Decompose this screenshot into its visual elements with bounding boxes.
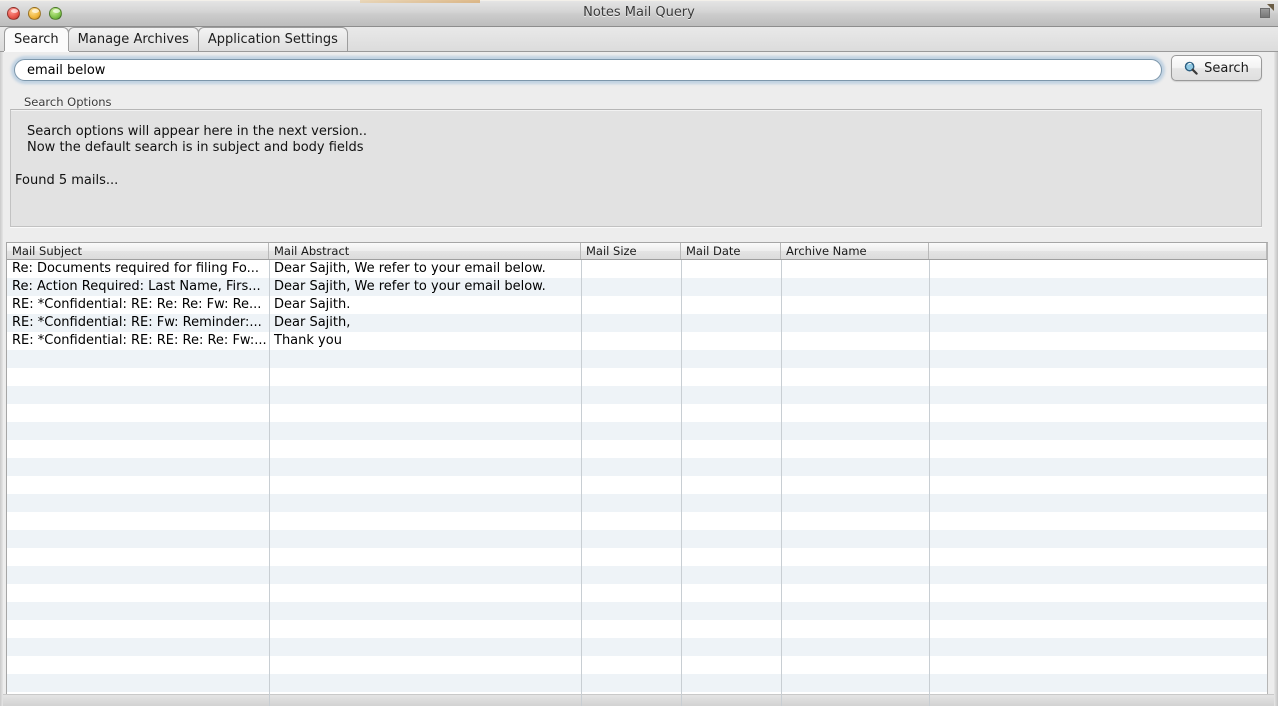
search-input[interactable]: [14, 59, 1162, 81]
search-row: Search: [0, 52, 1278, 86]
search-options-label: Search Options: [24, 95, 112, 109]
table-row[interactable]: RE: *Confidential: RE: RE: Re: Re: Fw:..…: [7, 332, 1267, 350]
column-header-archive[interactable]: Archive Name: [781, 243, 929, 259]
search-button[interactable]: Search: [1171, 55, 1262, 81]
tab-manage-archives[interactable]: Manage Archives: [67, 27, 199, 51]
table-row[interactable]: [7, 422, 1267, 440]
column-header-size[interactable]: Mail Size: [581, 243, 681, 259]
table-row[interactable]: [7, 602, 1267, 620]
table-row[interactable]: [7, 476, 1267, 494]
table-row[interactable]: [7, 566, 1267, 584]
table-row[interactable]: [7, 386, 1267, 404]
corner-square-icon: [1260, 8, 1270, 18]
tab-search[interactable]: Search: [4, 27, 69, 51]
table-row[interactable]: [7, 404, 1267, 422]
tab-strip: Search Manage Archives Application Setti…: [0, 27, 1278, 52]
app-window: Notes Mail Query Search Manage Archives …: [0, 0, 1278, 706]
results-table-body: Re: Documents required for filing Fo... D…: [7, 260, 1267, 706]
table-row[interactable]: [7, 494, 1267, 512]
titlebar-accent-stripe: [360, 0, 480, 3]
window-edge-left: [0, 52, 3, 706]
cell-subject: RE: *Confidential: RE: RE: Re: Re: Fw:..…: [12, 333, 267, 348]
search-options-group: Search Options Search options will appea…: [10, 95, 1262, 227]
table-row[interactable]: [7, 512, 1267, 530]
column-header-extra[interactable]: [929, 243, 1267, 259]
tab-search-label: Search: [14, 32, 59, 47]
table-row[interactable]: [7, 458, 1267, 476]
results-table: Mail Subject Mail Abstract Mail Size Mail D…: [6, 242, 1268, 706]
cell-abstract: Dear Sajith, We refer to your email belo…: [274, 261, 546, 276]
cell-abstract: Dear Sajith,: [274, 315, 351, 330]
search-input-wrapper: [11, 56, 1165, 84]
cell-subject: RE: *Confidential: RE: Re: Re: Fw: Re...: [12, 297, 262, 312]
table-row[interactable]: [7, 350, 1267, 368]
results-table-header: Mail Subject Mail Abstract Mail Size Mail D…: [7, 243, 1267, 260]
column-header-subject[interactable]: Mail Subject: [7, 243, 269, 259]
search-options-line-2: Now the default search is in subject and…: [27, 140, 364, 155]
table-row[interactable]: [7, 440, 1267, 458]
table-row[interactable]: [7, 530, 1267, 548]
table-row[interactable]: RE: *Confidential: RE: Re: Re: Fw: Re...…: [7, 296, 1267, 314]
cell-abstract: Dear Sajith, We refer to your email belo…: [274, 279, 546, 294]
table-row[interactable]: [7, 638, 1267, 656]
tab-manage-archives-label: Manage Archives: [77, 32, 189, 47]
window-edge-right: [1274, 52, 1278, 706]
table-row[interactable]: [7, 620, 1267, 638]
search-options-panel: Search options will appear here in the n…: [10, 109, 1262, 227]
cell-abstract: Thank you: [274, 333, 342, 348]
table-row[interactable]: RE: *Confidential: RE: Fw: Reminder:... D…: [7, 314, 1267, 332]
table-row[interactable]: Re: Documents required for filing Fo... D…: [7, 260, 1267, 278]
search-status-text: Found 5 mails...: [15, 173, 119, 188]
search-options-line-1: Search options will appear here in the n…: [27, 124, 368, 139]
window-corner-icon[interactable]: [1258, 4, 1274, 20]
window-bottom-chrome: [0, 694, 1278, 706]
content-area: Search Search Options Search options wil…: [0, 52, 1278, 706]
column-header-date[interactable]: Mail Date: [681, 243, 781, 259]
magnifier-icon: [1184, 61, 1198, 75]
table-row[interactable]: [7, 368, 1267, 386]
titlebar-highlight: [0, 0, 1278, 1]
cell-subject: RE: *Confidential: RE: Fw: Reminder:...: [12, 315, 262, 330]
table-row[interactable]: Re: Action Required: Last Name, Firs... D…: [7, 278, 1267, 296]
cell-abstract: Dear Sajith.: [274, 297, 351, 312]
table-row[interactable]: [7, 674, 1267, 692]
window-titlebar: Notes Mail Query: [0, 0, 1278, 27]
column-header-abstract[interactable]: Mail Abstract: [269, 243, 581, 259]
search-button-label: Search: [1204, 60, 1249, 76]
cell-subject: Re: Action Required: Last Name, Firs...: [12, 279, 261, 294]
tab-application-settings[interactable]: Application Settings: [197, 27, 348, 51]
table-row[interactable]: [7, 584, 1267, 602]
window-title: Notes Mail Query: [583, 5, 695, 20]
table-row[interactable]: [7, 548, 1267, 566]
cell-subject: Re: Documents required for filing Fo...: [12, 261, 259, 276]
table-row[interactable]: [7, 656, 1267, 674]
tab-application-settings-label: Application Settings: [207, 32, 338, 47]
